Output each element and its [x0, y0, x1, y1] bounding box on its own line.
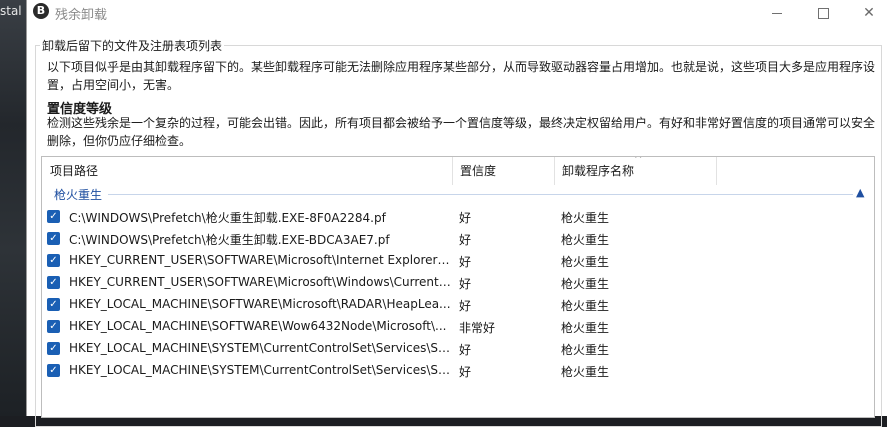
- row-confidence: 非常好: [459, 321, 496, 335]
- row-checkbox[interactable]: ✓: [47, 298, 60, 311]
- description-text: 以下项目似乎是由其卸载程序留下的。某些卸载程序可能无法删除应用程序某些部分，从而…: [47, 60, 876, 92]
- row-confidence: 好: [459, 343, 472, 357]
- residual-uninstall-window: B 残余卸载 ✕ 卸载后留下的文件及注册表项列表 以下项目似乎是由其卸载程序留下…: [26, 0, 887, 427]
- minimize-button[interactable]: [754, 0, 800, 26]
- row-uninstaller: 枪火重生: [561, 365, 610, 379]
- row-uninstaller: 枪火重生: [561, 233, 610, 247]
- row-uninstaller: 枪火重生: [561, 343, 610, 357]
- column-separator[interactable]: [716, 157, 717, 185]
- table-row[interactable]: ✓ C:\WINDOWS\Prefetch\枪火重生卸载.EXE-BDCA3AE…: [42, 228, 874, 250]
- desktop-background: stal: [0, 0, 26, 416]
- row-confidence: 好: [459, 211, 472, 225]
- close-button[interactable]: ✕: [846, 0, 887, 26]
- row-confidence: 好: [459, 233, 472, 247]
- table-row[interactable]: ✓ HKEY_LOCAL_MACHINE\SOFTWARE\Wow6432Nod…: [42, 316, 874, 338]
- row-path: C:\WINDOWS\Prefetch\枪火重生卸载.EXE-BDCA3AE7.…: [69, 233, 390, 247]
- list-group-header[interactable]: 枪火重生 ▲: [42, 185, 874, 205]
- row-path: C:\WINDOWS\Prefetch\枪火重生卸载.EXE-8F0A2284.…: [69, 211, 386, 225]
- row-checkbox[interactable]: ✓: [47, 276, 60, 289]
- leftover-items-list[interactable]: 项目路径 置信度 卸载程序名称 ^ 枪火重生 ▲ ✓ C:\WINDOWS\Pr…: [41, 156, 875, 418]
- row-checkbox[interactable]: ✓: [47, 342, 60, 355]
- table-row[interactable]: ✓ HKEY_LOCAL_MACHINE\SOFTWARE\Microsoft\…: [42, 294, 874, 316]
- row-confidence: 好: [459, 365, 472, 379]
- list-header: 项目路径 置信度 卸载程序名称 ^: [42, 157, 874, 185]
- column-header-path[interactable]: 项目路径: [42, 157, 452, 185]
- table-row[interactable]: ✓ HKEY_LOCAL_MACHINE\SYSTEM\CurrentContr…: [42, 360, 874, 382]
- column-header-confidence[interactable]: 置信度: [452, 157, 554, 185]
- maximize-icon: [817, 7, 829, 19]
- confidence-description: 检测这些残余是一个复杂的过程，可能会出错。因此，所有项目都会被给予一个置信度等级…: [47, 116, 876, 148]
- row-uninstaller: 枪火重生: [561, 299, 610, 313]
- row-confidence: 好: [459, 299, 472, 313]
- app-icon: B: [33, 3, 49, 19]
- row-checkbox[interactable]: ✓: [47, 364, 60, 377]
- row-checkbox[interactable]: ✓: [47, 210, 60, 223]
- row-path: HKEY_CURRENT_USER\SOFTWARE\Microsoft\Int…: [69, 253, 451, 267]
- row-path: HKEY_LOCAL_MACHINE\SYSTEM\CurrentControl…: [69, 363, 451, 377]
- table-row[interactable]: ✓ HKEY_LOCAL_MACHINE\SYSTEM\CurrentContr…: [42, 338, 874, 360]
- group-divider: [108, 194, 853, 195]
- collapse-chevron-icon[interactable]: ▲: [856, 186, 864, 199]
- row-uninstaller: 枪火重生: [561, 255, 610, 269]
- row-path: HKEY_CURRENT_USER\SOFTWARE\Microsoft\Win…: [69, 275, 451, 289]
- window-title: 残余卸载: [55, 8, 108, 23]
- row-checkbox[interactable]: ✓: [47, 232, 60, 245]
- close-icon: ✕: [863, 5, 875, 21]
- title-bar[interactable]: B 残余卸载 ✕: [27, 0, 887, 26]
- minimize-icon: [772, 12, 782, 14]
- row-path: HKEY_LOCAL_MACHINE\SOFTWARE\Microsoft\RA…: [69, 297, 451, 311]
- table-row[interactable]: ✓ HKEY_CURRENT_USER\SOFTWARE\Microsoft\W…: [42, 272, 874, 294]
- background-window-text: stal: [0, 4, 22, 18]
- row-checkbox[interactable]: ✓: [47, 254, 60, 267]
- list-group-name: 枪火重生: [54, 188, 103, 202]
- sort-ascending-icon: ^: [634, 156, 643, 165]
- table-row[interactable]: ✓ C:\WINDOWS\Prefetch\枪火重生卸载.EXE-8F0A228…: [42, 206, 874, 228]
- table-row[interactable]: ✓ HKEY_CURRENT_USER\SOFTWARE\Microsoft\I…: [42, 250, 874, 272]
- row-uninstaller: 枪火重生: [561, 277, 610, 291]
- groupbox-label: 卸载后留下的文件及注册表项列表: [40, 37, 225, 54]
- maximize-button[interactable]: [800, 0, 846, 26]
- row-path: HKEY_LOCAL_MACHINE\SOFTWARE\Wow6432Node\…: [69, 319, 447, 333]
- row-confidence: 好: [459, 277, 472, 291]
- row-confidence: 好: [459, 255, 472, 269]
- row-uninstaller: 枪火重生: [561, 321, 610, 335]
- row-checkbox[interactable]: ✓: [47, 320, 60, 333]
- row-path: HKEY_LOCAL_MACHINE\SYSTEM\CurrentControl…: [69, 341, 451, 355]
- row-uninstaller: 枪火重生: [561, 211, 610, 225]
